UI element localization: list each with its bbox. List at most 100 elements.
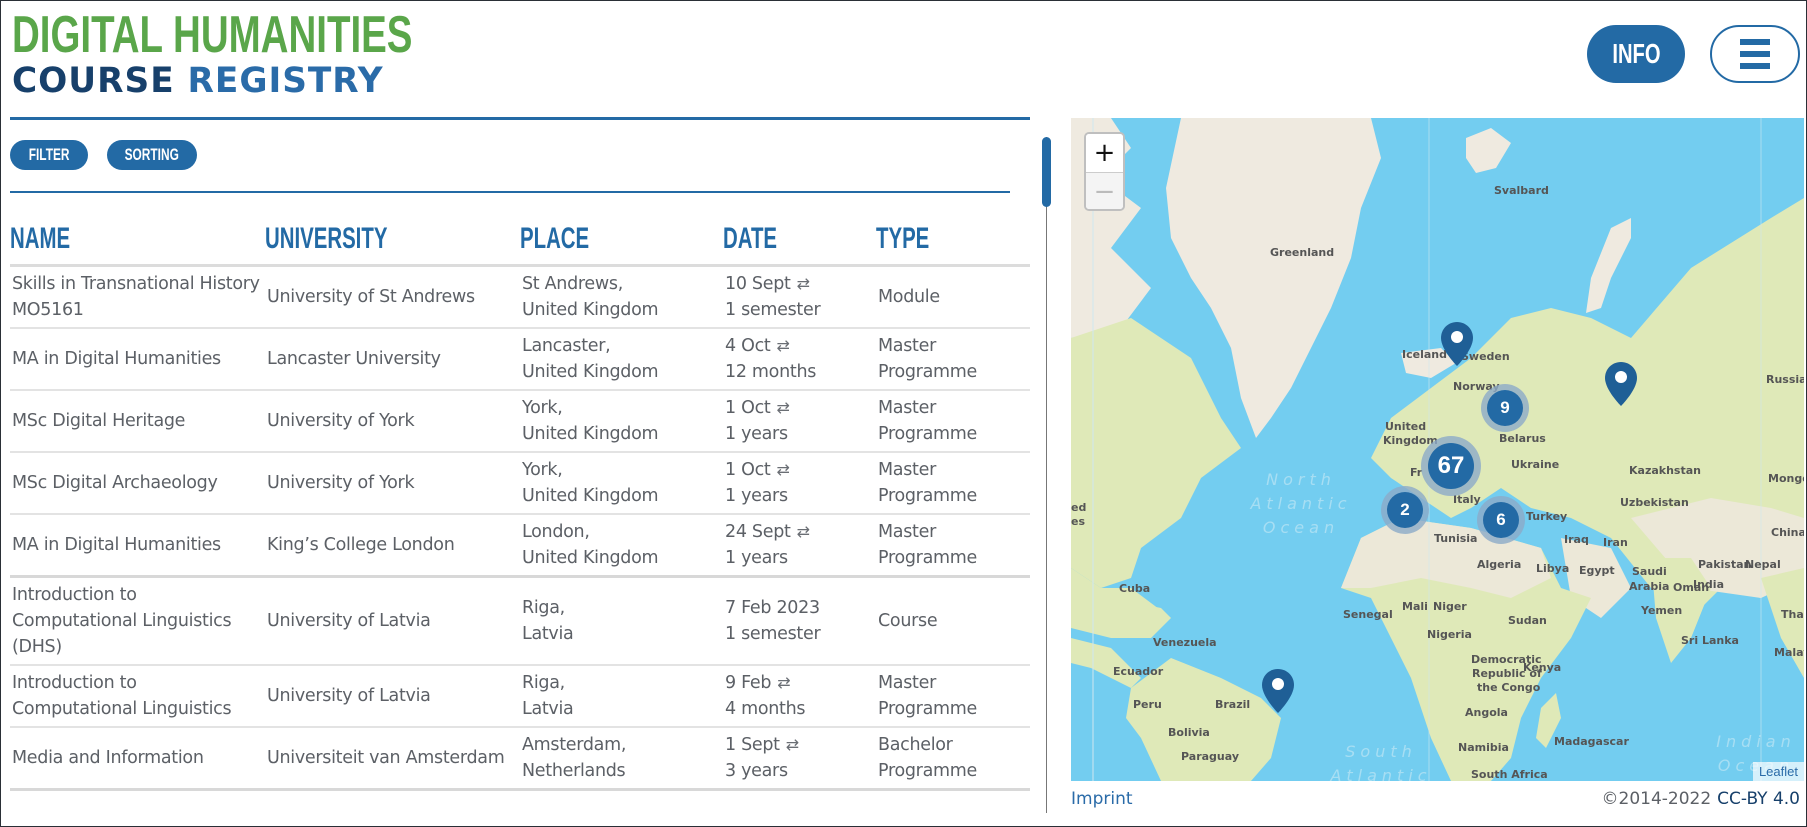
column-header-place[interactable]: PLACE [520, 211, 723, 267]
scrollbar-thumb[interactable] [1042, 137, 1051, 207]
map-label: Iraq [1564, 533, 1589, 546]
cell-name[interactable]: MA in Digital Humanities [10, 327, 265, 391]
course-map[interactable]: + − Greenland Svalbard Iceland Norway Sw… [1071, 118, 1804, 781]
cell-place: York, United Kingdom [520, 389, 723, 453]
cell-university: Lancaster University [265, 327, 520, 391]
cell-name[interactable]: Introduction to Computational Linguistic… [10, 664, 265, 728]
map-label: Egypt [1579, 564, 1615, 577]
cell-place: St Andrews, United Kingdom [520, 265, 723, 329]
map-label: United [1385, 420, 1427, 433]
cell-university: University of Latvia [265, 576, 520, 666]
map-cluster[interactable]: 67 [1421, 436, 1481, 496]
cell-name[interactable]: MSc Digital Archaeology [10, 451, 265, 515]
map-label: ed [1071, 501, 1087, 514]
cell-type: Master Programme [876, 451, 1030, 515]
imprint-link[interactable]: Imprint [1071, 789, 1133, 809]
map-cluster[interactable]: 2 [1381, 486, 1429, 534]
cell-name[interactable]: Skills in Transnational History MO5161 [10, 265, 265, 329]
map-label: Svalbard [1494, 184, 1549, 197]
cell-university: Universiteit van Amsterdam [265, 726, 520, 791]
map-cluster[interactable]: 9 [1481, 384, 1529, 432]
logo-subtitle: COURSE REGISTRY [12, 63, 542, 99]
table-row[interactable]: MA in Digital Humanities King’s College L… [10, 513, 1030, 578]
cell-university: University of St Andrews [265, 265, 520, 329]
license-link[interactable]: CC-BY 4.0 [1717, 789, 1800, 809]
map-label: Sri Lanka [1681, 634, 1739, 647]
map-label: Kazakhstan [1629, 464, 1701, 477]
filter-button[interactable]: FILTER [10, 140, 88, 170]
cell-place: Amsterdam, Netherlands [520, 726, 723, 791]
column-header-university[interactable]: UNIVERSITY [265, 211, 520, 267]
cell-place: Lancaster, United Kingdom [520, 327, 723, 391]
map-label: Brazil [1215, 698, 1251, 711]
table-row[interactable]: Introduction to Computational Linguistic… [10, 664, 1030, 728]
column-header-type[interactable]: TYPE [876, 211, 1030, 267]
column-header-name[interactable]: NAME [10, 211, 265, 267]
ocean-label: South Atlantic [1330, 742, 1432, 781]
hamburger-icon-bar [1740, 63, 1770, 69]
info-button[interactable]: INFO [1587, 25, 1685, 83]
map-label: Turkey [1526, 510, 1568, 523]
hamburger-icon [1740, 39, 1770, 45]
cell-type: Master Programme [876, 664, 1030, 728]
map-pin-icon[interactable] [1605, 362, 1637, 406]
cell-name[interactable]: MSc Digital Heritage [10, 389, 265, 453]
scrollbar-track[interactable] [1046, 137, 1047, 813]
cell-name[interactable]: Media and Information [10, 726, 265, 791]
cell-university: University of Latvia [265, 664, 520, 728]
table-row[interactable]: MA in Digital Humanities Lancaster Univer… [10, 327, 1030, 391]
zoom-in-button[interactable]: + [1086, 134, 1123, 172]
table-row[interactable]: Media and Information Universiteit van Am… [10, 726, 1030, 791]
map-label: Paraguay [1181, 750, 1239, 763]
map-label: Thailand [1781, 608, 1804, 621]
divider [10, 117, 1030, 120]
cell-university: University of York [265, 389, 520, 453]
cell-type: Master Programme [876, 513, 1030, 578]
table-row[interactable]: Introduction to Computational Linguistic… [10, 576, 1030, 666]
column-header-date[interactable]: DATE [723, 211, 876, 267]
map-label: Ecuador [1113, 665, 1164, 678]
cell-type: Module [876, 265, 1030, 329]
cell-date: 1 Oct ⇄ 1 years [723, 389, 876, 453]
leaflet-attribution-link[interactable]: Leaflet [1752, 762, 1804, 781]
logo-subtitle-course: COURSE [12, 61, 175, 101]
cell-name[interactable]: Introduction to Computational Linguistic… [10, 576, 265, 666]
map-label: Bolivia [1168, 726, 1210, 739]
map-label: Namibia [1458, 741, 1509, 754]
cluster-count: 6 [1483, 502, 1519, 538]
cell-place: York, United Kingdom [520, 451, 723, 515]
map-cluster[interactable]: 6 [1477, 496, 1525, 544]
cell-type: Master Programme [876, 327, 1030, 391]
map-label: Kenya [1523, 661, 1562, 674]
map-pin-icon[interactable] [1262, 669, 1294, 713]
map-label: Nepal [1745, 558, 1781, 571]
cell-date: 4 Oct ⇄ 12 months [723, 327, 876, 391]
course-table: NAME UNIVERSITY PLACE DATE TYPE Skills i… [10, 211, 1030, 791]
table-row[interactable]: MSc Digital Heritage University of York Yo… [10, 389, 1030, 453]
cell-name[interactable]: MA in Digital Humanities [10, 513, 265, 578]
cluster-count: 67 [1428, 443, 1474, 489]
recurring-icon: ⇄ [796, 521, 810, 541]
logo-subtitle-registry: REGISTRY [187, 61, 384, 101]
table-header-row: NAME UNIVERSITY PLACE DATE TYPE [10, 211, 1030, 267]
table-row[interactable]: MSc Digital Archaeology University of Yor… [10, 451, 1030, 515]
map-label: Mongo [1768, 472, 1804, 485]
filter-button-label: FILTER [28, 145, 70, 164]
map-label: es [1071, 515, 1086, 528]
cell-date: 24 Sept ⇄ 1 years [723, 513, 876, 578]
copyright-text: ©2014-2022 [1601, 789, 1712, 809]
site-logo[interactable]: DIGITAL HUMANITIES COURSE REGISTRY [12, 7, 553, 99]
cell-type: Course [876, 576, 1030, 666]
zoom-out-button[interactable]: − [1086, 172, 1123, 209]
map-pin-icon[interactable] [1441, 322, 1473, 366]
map-label: Uzbekistan [1620, 496, 1689, 509]
menu-button[interactable] [1710, 25, 1800, 83]
divider [10, 191, 1010, 193]
table-row[interactable]: Skills in Transnational History MO5161 Un… [10, 265, 1030, 329]
map-label: Tunisia [1434, 532, 1478, 545]
cell-place: London, United Kingdom [520, 513, 723, 578]
cell-date: 1 Oct ⇄ 1 years [723, 451, 876, 515]
map-label: Nigeria [1427, 628, 1472, 641]
sorting-button[interactable]: SORTING [107, 140, 197, 170]
cell-university: King’s College London [265, 513, 520, 578]
